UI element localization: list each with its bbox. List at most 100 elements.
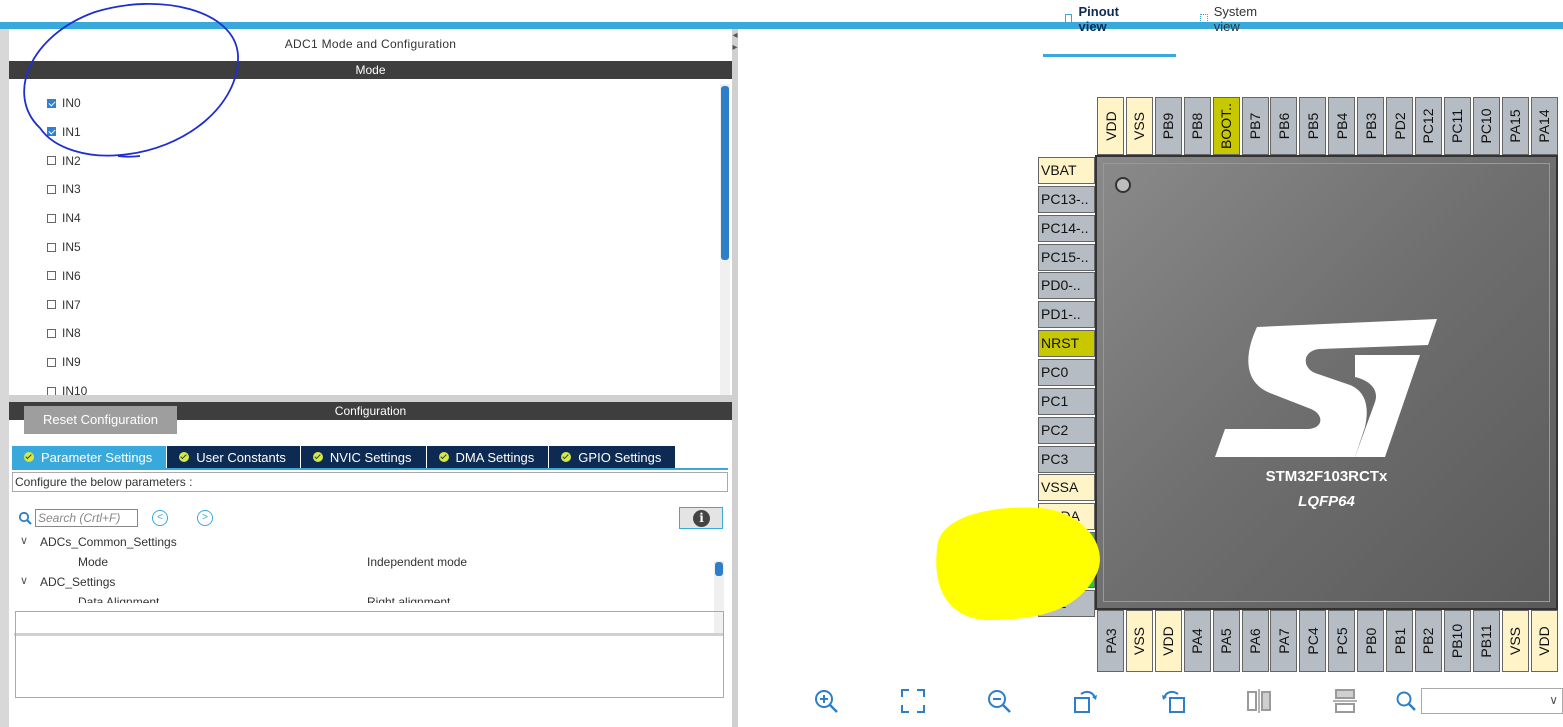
pin-pc4[interactable]: PC4 bbox=[1299, 610, 1327, 672]
checkbox[interactable] bbox=[47, 386, 56, 395]
pin-vdd[interactable]: VDD bbox=[1097, 97, 1124, 155]
pin-pc12[interactable]: PC12 bbox=[1414, 97, 1442, 155]
mode-item-in8[interactable]: IN8 bbox=[47, 325, 81, 341]
pin-pc11[interactable]: PC11 bbox=[1443, 97, 1471, 155]
pin-pb0[interactable]: PB0 bbox=[1357, 610, 1385, 672]
pin-pa7[interactable]: PA7 bbox=[1270, 610, 1298, 672]
pin-pa6[interactable]: PA6 bbox=[1241, 610, 1269, 672]
mode-item-in2[interactable]: IN2 bbox=[47, 153, 81, 169]
pin-pb5[interactable]: PB5 bbox=[1299, 97, 1327, 155]
info-button[interactable]: i bbox=[679, 507, 723, 529]
mode-item-in4[interactable]: IN4 bbox=[47, 210, 81, 226]
zoom-in-icon[interactable] bbox=[813, 688, 839, 714]
pin-pd1[interactable]: PD1-.. bbox=[1038, 301, 1095, 329]
search-previous-icon[interactable]: < bbox=[152, 510, 168, 526]
mode-scrollbar-thumb[interactable] bbox=[721, 86, 729, 260]
checkbox[interactable] bbox=[47, 242, 56, 252]
pin-pc14[interactable]: PC14-.. bbox=[1038, 214, 1095, 242]
mode-item-in6[interactable]: IN6 bbox=[47, 268, 81, 284]
pin-vbat[interactable]: VBAT bbox=[1038, 157, 1095, 184]
mcu-chip[interactable]: STM32F103RCTx LQFP64 bbox=[1095, 155, 1558, 610]
pin-pc13[interactable]: PC13-.. bbox=[1038, 185, 1095, 213]
checkbox[interactable] bbox=[47, 357, 56, 367]
pin-boot[interactable]: BOOT.. bbox=[1212, 97, 1240, 155]
pin-vss[interactable]: VSS bbox=[1125, 97, 1153, 155]
tab-pinout-view[interactable]: Pinout view bbox=[1065, 4, 1122, 34]
panel-splitter[interactable]: ◂ ▸ bbox=[732, 29, 738, 727]
pin-nrst[interactable]: NRST bbox=[1038, 330, 1095, 358]
mode-item-in7[interactable]: IN7 bbox=[47, 297, 81, 313]
pin-pa4[interactable]: PA4 bbox=[1183, 610, 1211, 672]
tab-dma-settings[interactable]: DMA Settings bbox=[426, 446, 550, 468]
pin-pa15[interactable]: PA15 bbox=[1501, 97, 1529, 155]
pin-pb9[interactable]: PB9 bbox=[1154, 97, 1182, 155]
pin-vdd[interactable]: VDD bbox=[1154, 610, 1182, 672]
mode-item-in3[interactable]: IN3 bbox=[47, 181, 81, 197]
search-icon[interactable] bbox=[18, 511, 32, 525]
flip-horizontal-icon[interactable] bbox=[1246, 688, 1272, 714]
pin-search-combo[interactable]: ∨ bbox=[1421, 688, 1563, 714]
param-group[interactable]: ∨ ADCs_Common_Settings bbox=[14, 533, 712, 553]
pin-pc15[interactable]: PC15-.. bbox=[1038, 243, 1095, 271]
pin-pc3[interactable]: PC3 bbox=[1038, 445, 1095, 473]
checkbox[interactable] bbox=[47, 328, 56, 338]
pin-pa14[interactable]: PA14 bbox=[1530, 97, 1558, 155]
pin-vss[interactable]: VSS bbox=[1501, 610, 1529, 672]
pin-pd2[interactable]: PD2 bbox=[1386, 97, 1413, 155]
mode-item-in9[interactable]: IN9 bbox=[47, 354, 81, 370]
param-group[interactable]: ∨ ADC_Settings bbox=[14, 573, 712, 593]
param-value[interactable]: Right alignment bbox=[367, 595, 450, 603]
pin-vss[interactable]: VSS bbox=[1125, 610, 1153, 672]
checkbox[interactable] bbox=[47, 271, 56, 281]
mode-item-in10[interactable]: IN10 bbox=[47, 383, 87, 395]
pin-pd0[interactable]: PD0-.. bbox=[1038, 272, 1095, 300]
pin-pb3[interactable]: PB3 bbox=[1357, 97, 1385, 155]
fit-screen-icon[interactable] bbox=[900, 688, 926, 714]
search-next-icon[interactable]: > bbox=[197, 510, 213, 526]
pin-pb2[interactable]: PB2 bbox=[1414, 610, 1442, 672]
pin-pb7[interactable]: PB7 bbox=[1241, 97, 1269, 155]
pin-pa5[interactable]: PA5 bbox=[1212, 610, 1240, 672]
mode-item-in0[interactable]: IN0 bbox=[47, 95, 81, 111]
pin-pb6[interactable]: PB6 bbox=[1270, 97, 1298, 155]
tab-user-constants[interactable]: User Constants bbox=[167, 446, 301, 468]
param-row[interactable]: Data Alignment Right alignment bbox=[14, 593, 712, 603]
section-divider[interactable] bbox=[9, 395, 732, 402]
pin-pa3[interactable]: PA3 bbox=[1097, 610, 1124, 672]
pin-pc0[interactable]: PC0 bbox=[1038, 358, 1095, 386]
flip-vertical-icon[interactable] bbox=[1332, 688, 1358, 714]
tab-gpio-settings[interactable]: GPIO Settings bbox=[549, 446, 677, 468]
tab-system-view[interactable]: System view bbox=[1200, 4, 1260, 34]
pin-pc5[interactable]: PC5 bbox=[1328, 610, 1356, 672]
pin-pb10[interactable]: PB10 bbox=[1443, 610, 1471, 672]
pin-pb1[interactable]: PB1 bbox=[1386, 610, 1413, 672]
pin-pa2[interactable]: PA2 bbox=[1038, 589, 1095, 617]
zoom-out-icon[interactable] bbox=[986, 688, 1012, 714]
checkbox[interactable] bbox=[47, 127, 56, 137]
pin-pb4[interactable]: PB4 bbox=[1328, 97, 1356, 155]
pin-pb11[interactable]: PB11 bbox=[1472, 610, 1500, 672]
mode-item-in1[interactable]: IN1 bbox=[47, 124, 81, 140]
tab-nvic-settings[interactable]: NVIC Settings bbox=[300, 446, 427, 468]
param-value[interactable]: Independent mode bbox=[367, 555, 467, 569]
pin-pa0[interactable]: PA0-.. bbox=[1038, 532, 1095, 560]
pin-pa1[interactable]: PA1 bbox=[1038, 560, 1095, 588]
rotate-left-icon[interactable] bbox=[1160, 688, 1186, 714]
pin-search-icon[interactable] bbox=[1395, 688, 1417, 714]
checkbox[interactable] bbox=[47, 213, 56, 223]
checkbox[interactable] bbox=[47, 156, 56, 166]
reset-configuration-button[interactable]: Reset Configuration bbox=[24, 406, 177, 434]
pin-pc10[interactable]: PC10 bbox=[1472, 97, 1500, 155]
param-row[interactable]: Mode Independent mode bbox=[14, 553, 712, 573]
pin-pc1[interactable]: PC1 bbox=[1038, 387, 1095, 415]
chevron-down-icon[interactable]: ∨ bbox=[20, 534, 28, 547]
pin-vdd[interactable]: VDD bbox=[1530, 610, 1558, 672]
parameter-search-input[interactable]: Search (Crtl+F) bbox=[35, 509, 138, 527]
pin-pb8[interactable]: PB8 bbox=[1183, 97, 1211, 155]
pin-vssa[interactable]: VSSA bbox=[1038, 474, 1095, 502]
checkbox[interactable] bbox=[47, 300, 56, 310]
checkbox[interactable] bbox=[47, 98, 56, 108]
checkbox[interactable] bbox=[47, 184, 56, 194]
tab-parameter-settings[interactable]: Parameter Settings bbox=[12, 446, 168, 468]
pin-vdda[interactable]: VDDA bbox=[1038, 503, 1095, 531]
